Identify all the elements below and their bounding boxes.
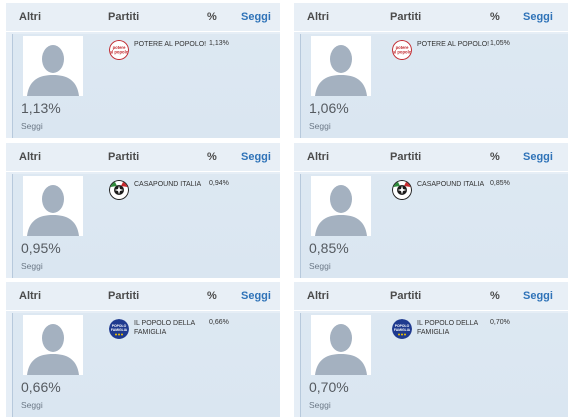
candidate-percent: 1,13% — [21, 100, 61, 116]
result-card: Altri Partiti % Seggi 0,66% Seggi POPOLO — [6, 282, 280, 417]
results-grid: Altri Partiti % Seggi 1,13% Seggi potere — [0, 0, 569, 420]
partiti-header: Partiti — [390, 11, 422, 23]
card-header: Altri Partiti % Seggi — [294, 143, 568, 172]
potere-al-popolo-logo-icon: potere al popolo — [392, 40, 412, 60]
card-body: 0,70% Seggi POPOLO FAMIGLIA IL POPOLO DE… — [300, 313, 568, 417]
svg-text:FAMIGLIA: FAMIGLIA — [111, 328, 128, 332]
seggi-label: Seggi — [309, 261, 331, 271]
percent-header: % — [490, 151, 500, 163]
avatar-placeholder-icon — [23, 176, 83, 236]
partiti-header: Partiti — [108, 151, 140, 163]
altri-header: Altri — [19, 290, 41, 302]
candidate-percent: 0,95% — [21, 240, 61, 256]
avatar-placeholder-icon — [23, 315, 83, 375]
seggi-header[interactable]: Seggi — [523, 11, 553, 23]
avatar-placeholder-icon — [311, 315, 371, 375]
percent-header: % — [207, 290, 217, 302]
result-card: Altri Partiti % Seggi 1,13% Seggi potere — [6, 3, 280, 138]
party-percent: 1,13% — [209, 40, 229, 47]
party-percent: 0,66% — [209, 319, 229, 326]
seggi-label: Seggi — [309, 121, 331, 131]
result-card: Altri Partiti % Seggi 1,06% Seggi potere — [294, 3, 568, 138]
seggi-header[interactable]: Seggi — [241, 11, 271, 23]
candidate-percent: 0,66% — [21, 379, 61, 395]
partiti-header: Partiti — [390, 151, 422, 163]
avatar-placeholder-icon — [311, 36, 371, 96]
party-name: CASAPOUND ITALIA — [417, 181, 485, 188]
party-percent: 0,94% — [209, 180, 229, 187]
partiti-header: Partiti — [390, 290, 422, 302]
svg-text:FAMIGLIA: FAMIGLIA — [394, 328, 411, 332]
seggi-label: Seggi — [21, 121, 43, 131]
candidate-percent: 0,85% — [309, 240, 349, 256]
seggi-label: Seggi — [21, 261, 43, 271]
result-card: Altri Partiti % Seggi 0,85% Seggi CASAPO… — [294, 143, 568, 278]
altri-header: Altri — [19, 151, 41, 163]
result-card: Altri Partiti % Seggi 0,95% Seggi CASAPO… — [6, 143, 280, 278]
altri-header: Altri — [307, 290, 329, 302]
altri-header: Altri — [307, 151, 329, 163]
potere-al-popolo-logo-icon: potere al popolo — [109, 40, 129, 60]
candidate-percent: 1,06% — [309, 100, 349, 116]
seggi-header[interactable]: Seggi — [241, 151, 271, 163]
party-name: IL POPOLO DELLA FAMIGLIA — [417, 320, 478, 336]
card-body: 0,85% Seggi CASAPOUND ITALIA 0,85% — [300, 174, 568, 278]
party-name: POTERE AL POPOLO! — [134, 41, 207, 48]
altri-header: Altri — [19, 11, 41, 23]
seggi-label: Seggi — [21, 400, 43, 410]
avatar-placeholder-icon — [23, 36, 83, 96]
card-header: Altri Partiti % Seggi — [294, 282, 568, 311]
card-header: Altri Partiti % Seggi — [6, 143, 280, 172]
casapound-logo-icon — [109, 180, 129, 200]
party-name: POTERE AL POPOLO! — [417, 41, 490, 48]
seggi-header[interactable]: Seggi — [523, 151, 553, 163]
card-body: 0,95% Seggi CASAPOUND ITALIA 0,94% — [12, 174, 280, 278]
party-percent: 0,70% — [490, 319, 510, 326]
svg-text:al popolo: al popolo — [110, 50, 129, 55]
card-body: 1,06% Seggi potere al popolo POTERE AL P… — [300, 34, 568, 138]
popolo-famiglia-logo-icon: POPOLO FAMIGLIA — [392, 319, 412, 339]
partiti-header: Partiti — [108, 290, 140, 302]
popolo-famiglia-logo-icon: POPOLO FAMIGLIA — [109, 319, 129, 339]
card-body: 0,66% Seggi POPOLO FAMIGLIA IL POPOLO DE… — [12, 313, 280, 417]
altri-header: Altri — [307, 11, 329, 23]
partiti-header: Partiti — [108, 11, 140, 23]
party-percent: 1,05% — [490, 40, 510, 47]
party-name: CASAPOUND ITALIA — [134, 181, 202, 188]
percent-header: % — [490, 11, 500, 23]
result-card: Altri Partiti % Seggi 0,70% Seggi POPOLO — [294, 282, 568, 417]
seggi-header[interactable]: Seggi — [523, 290, 553, 302]
card-header: Altri Partiti % Seggi — [6, 282, 280, 311]
card-header: Altri Partiti % Seggi — [294, 3, 568, 32]
seggi-header[interactable]: Seggi — [241, 290, 271, 302]
candidate-percent: 0,70% — [309, 379, 349, 395]
avatar-placeholder-icon — [311, 176, 371, 236]
card-header: Altri Partiti % Seggi — [6, 3, 280, 32]
percent-header: % — [207, 11, 217, 23]
party-percent: 0,85% — [490, 180, 510, 187]
card-body: 1,13% Seggi potere al popolo POTERE AL P… — [12, 34, 280, 138]
percent-header: % — [207, 151, 217, 163]
percent-header: % — [490, 290, 500, 302]
party-name: IL POPOLO DELLA FAMIGLIA — [134, 320, 195, 336]
seggi-label: Seggi — [309, 400, 331, 410]
casapound-logo-icon — [392, 180, 412, 200]
svg-text:al popolo: al popolo — [393, 50, 412, 55]
